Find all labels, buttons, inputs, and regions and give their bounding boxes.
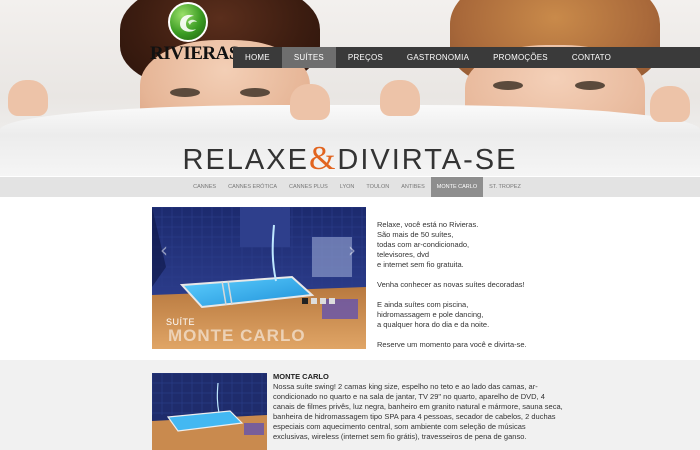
headline-part1: RELAXE [182,144,309,176]
intro-paragraph: Venha conhecer as novas suítes decoradas… [377,280,525,289]
nav-item-promocoes[interactable]: PROMOÇÕES [481,47,560,68]
hero-hand [290,84,330,120]
hero-hand [380,80,420,116]
logo-icon [167,2,208,42]
suite-title: MONTE CARLO [273,372,329,381]
eye [240,88,270,97]
subnav-item-monte-carlo[interactable]: MONTE CARLO [430,177,484,197]
subnav-item-antibes[interactable]: ANTIBES [395,177,431,197]
nav-item-contato[interactable]: CONTATO [560,47,623,68]
nav-item-precos[interactable]: PREÇOS [336,47,395,68]
page-headline: RELAXE&DIVIRTA-SE [0,140,700,178]
headline-ampersand: & [308,140,338,177]
suite-slideshow[interactable]: ‹ › SUÍTE MONTE CARLO [152,207,366,349]
subnav-item-cannes-plus[interactable]: CANNES PLUS [283,177,334,197]
suite-thumbnail[interactable] [152,373,267,450]
brand-logo[interactable]: RIVIERAS [150,2,239,72]
suite-subnav: CANNES CANNES ERÓTICA CANNES PLUS LYON T… [0,177,700,197]
slide-caption-large: MONTE CARLO [168,326,306,345]
slideshow-dots [302,298,335,304]
subnav-item-cannes-erotica[interactable]: CANNES ERÓTICA [222,177,283,197]
main-nav: HOME SUÍTES PREÇOS GASTRONOMIA PROMOÇÕES… [233,47,700,68]
brand-name: RIVIERAS [150,43,239,64]
nav-item-suites[interactable]: SUÍTES [281,47,336,68]
eye [493,81,523,90]
hero-hand [650,86,690,122]
subnav-item-toulon[interactable]: TOULON [360,177,395,197]
svg-text:›: › [348,238,356,262]
slide-dot[interactable] [311,298,317,304]
eye [170,88,200,97]
hero-hand [8,80,48,116]
subnav-item-st-tropez[interactable]: ST. TROPEZ [483,177,527,197]
nav-item-home[interactable]: HOME [233,47,282,68]
suite-description: Nossa suíte swing! 2 camas king size, es… [273,382,563,441]
eye [575,81,605,90]
nav-item-gastronomia[interactable]: GASTRONOMIA [395,47,481,68]
headline-part2: DIVIRTA-SE [337,144,518,176]
suite-thumbnail-photo [152,373,267,450]
subnav-item-lyon[interactable]: LYON [334,177,361,197]
intro-text: Relaxe, você está no Rivieras. São mais … [377,220,607,360]
intro-paragraph: Relaxe, você está no Rivieras. São mais … [377,220,479,269]
intro-paragraph: E ainda suítes com piscina, hidromassage… [377,300,490,329]
slide-dot-active[interactable] [302,298,308,304]
slide-dot[interactable] [329,298,335,304]
svg-text:‹: ‹ [160,238,168,262]
slide-dot[interactable] [320,298,326,304]
subnav-item-cannes[interactable]: CANNES [187,177,222,197]
intro-paragraph: Reserve um momento para você e divirta-s… [377,340,527,349]
